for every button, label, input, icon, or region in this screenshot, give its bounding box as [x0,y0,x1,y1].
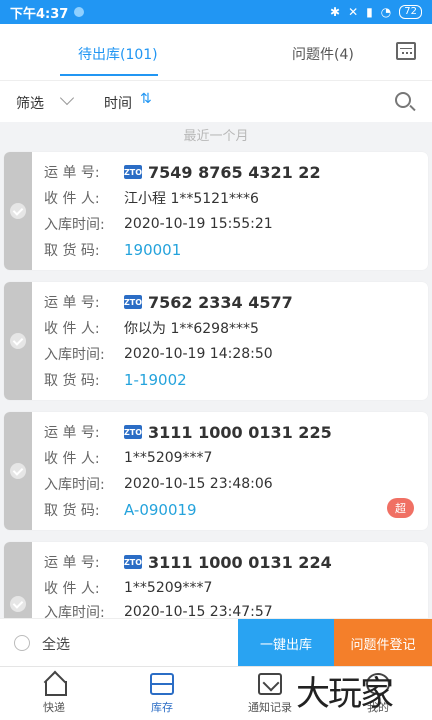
pickup-code-value: 1-19002 [124,371,187,389]
waybill-number: 7549 8765 4321 22 [148,162,321,182]
pickup-code-label: 取 货 码: [44,373,100,389]
calendar-icon[interactable] [396,42,416,60]
sort-icon[interactable]: ⇅ [140,91,152,107]
nav-inventory-label: 库存 [151,701,173,714]
tab-problem-items[interactable]: 问题件(4) [292,44,354,64]
section-header: 最近一个月 [183,129,249,144]
in-time-row: 入库时间: 2020-10-19 15:55:21 [44,214,273,234]
waybill-row: 运 单 号: ZTO 3111 1000 0131 224 [44,552,332,572]
inventory-icon [150,673,174,695]
pickup-code-row: 取 货 码: 1-19002 [44,370,187,390]
receiver-value: 江小程 1**5121***6 [124,191,259,207]
parcel-card[interactable]: 运 单 号: ZTO 7549 8765 4321 22 收 件 人: 江小程 … [4,152,428,270]
waybill-number: 7562 2334 4577 [148,292,293,312]
status-time: 下午4:37 [10,6,69,22]
one-click-dispatch-button[interactable]: 一键出库 [238,619,334,667]
receiver-row: 收 件 人: 你以为 1**6298***5 [44,318,259,338]
wifi-icon: ◔ [380,5,392,19]
pickup-code-row: 取 货 码: 190001 [44,240,181,260]
waybill-label: 运 单 号: [44,425,100,441]
bluetooth-icon: ✱ [330,5,341,19]
card-select-area[interactable] [4,282,32,400]
waybill-number: 3111 1000 0131 224 [148,552,332,572]
overdue-badge: 超 [387,498,414,518]
zto-icon: ZTO [124,425,142,439]
pickup-code-row: 取 货 码: A-090019 [44,500,197,520]
active-tab-underline [60,74,158,76]
select-all-label[interactable]: 全选 [42,634,70,654]
zto-icon: ZTO [124,295,142,309]
receiver-label: 收 件 人: [44,451,100,467]
card-select-area[interactable] [4,542,32,618]
in-time-value: 2020-10-19 15:55:21 [124,216,273,232]
watermark-logo: 大玩家 [296,674,394,714]
select-all-checkbox[interactable] [14,635,30,651]
pickup-code-label: 取 货 码: [44,243,100,259]
checkbox-icon[interactable] [10,333,26,349]
card-select-area[interactable] [4,412,32,530]
receiver-row: 收 件 人: 1**5209***7 [44,448,212,468]
problem-register-button[interactable]: 问题件登记 [334,619,432,667]
status-bar: 下午4:37 ✱ ✕ ▮ ◔ 72 [0,0,432,24]
checkbox-icon[interactable] [10,596,26,612]
receiver-label: 收 件 人: [44,191,100,207]
receiver-label: 收 件 人: [44,321,100,337]
nav-home-label: 快递 [43,701,65,714]
waybill-label: 运 单 号: [44,165,100,181]
signal-icon: ▮ [366,5,373,19]
nav-home[interactable]: 快递 [14,673,94,715]
pickup-code-label: 取 货 码: [44,503,100,519]
receiver-value: 1**5209***7 [124,450,213,466]
battery-icon: 72 [399,5,422,19]
status-icons: ✱ ✕ ▮ ◔ 72 [330,5,422,19]
in-time-label: 入库时间: [44,347,105,363]
checkbox-icon[interactable] [10,463,26,479]
in-time-value: 2020-10-15 23:48:06 [124,476,273,492]
parcel-card[interactable]: 运 单 号: ZTO 3111 1000 0131 224 收 件 人: 1**… [4,542,428,621]
bottom-action-bar: 全选 一键出库 问题件登记 [0,618,432,667]
receiver-value: 你以为 1**6298***5 [124,321,259,337]
nav-inventory[interactable]: 库存 [122,673,202,715]
receiver-row: 收 件 人: 1**5209***7 [44,578,212,598]
in-time-value: 2020-10-19 14:28:50 [124,346,273,362]
parcel-card[interactable]: 运 单 号: ZTO 3111 1000 0131 225 收 件 人: 1**… [4,412,428,530]
card-select-area[interactable] [4,152,32,270]
sort-by-time-button[interactable]: 时间 [104,93,132,113]
receiver-value: 1**5209***7 [124,580,213,596]
waybill-number: 3111 1000 0131 225 [148,422,332,442]
in-time-label: 入库时间: [44,477,105,493]
tab-bar [0,24,432,80]
search-icon[interactable] [395,92,411,108]
tab-pending-outbound[interactable]: 待出库(101) [78,44,158,64]
waybill-label: 运 单 号: [44,295,100,311]
waybill-row: 运 单 号: ZTO 7549 8765 4321 22 [44,162,321,182]
pickup-code-value: 190001 [124,241,182,259]
in-time-row: 入库时间: 2020-10-15 23:48:06 [44,474,273,494]
pickup-code-value: A-090019 [124,501,197,519]
waybill-label: 运 单 号: [44,555,100,571]
home-icon [42,673,67,696]
receiver-row: 收 件 人: 江小程 1**5121***6 [44,188,259,208]
filter-bar: 筛选 时间 ⇅ [0,80,432,122]
checkbox-icon[interactable] [10,203,26,219]
receiver-label: 收 件 人: [44,581,100,597]
zto-icon: ZTO [124,555,142,569]
filter-button[interactable]: 筛选 [16,93,44,113]
mute-icon: ✕ [348,5,359,19]
in-time-row: 入库时间: 2020-10-19 14:28:50 [44,344,273,364]
waybill-row: 运 单 号: ZTO 7562 2334 4577 [44,292,293,312]
in-time-label: 入库时间: [44,217,105,233]
zto-icon: ZTO [124,165,142,179]
mail-icon [258,673,282,695]
chevron-down-icon[interactable] [59,90,75,106]
nav-notify-label: 通知记录 [248,701,292,714]
app-notification-icon [74,7,85,17]
parcel-card[interactable]: 运 单 号: ZTO 7562 2334 4577 收 件 人: 你以为 1**… [4,282,428,400]
waybill-row: 运 单 号: ZTO 3111 1000 0131 225 [44,422,332,442]
